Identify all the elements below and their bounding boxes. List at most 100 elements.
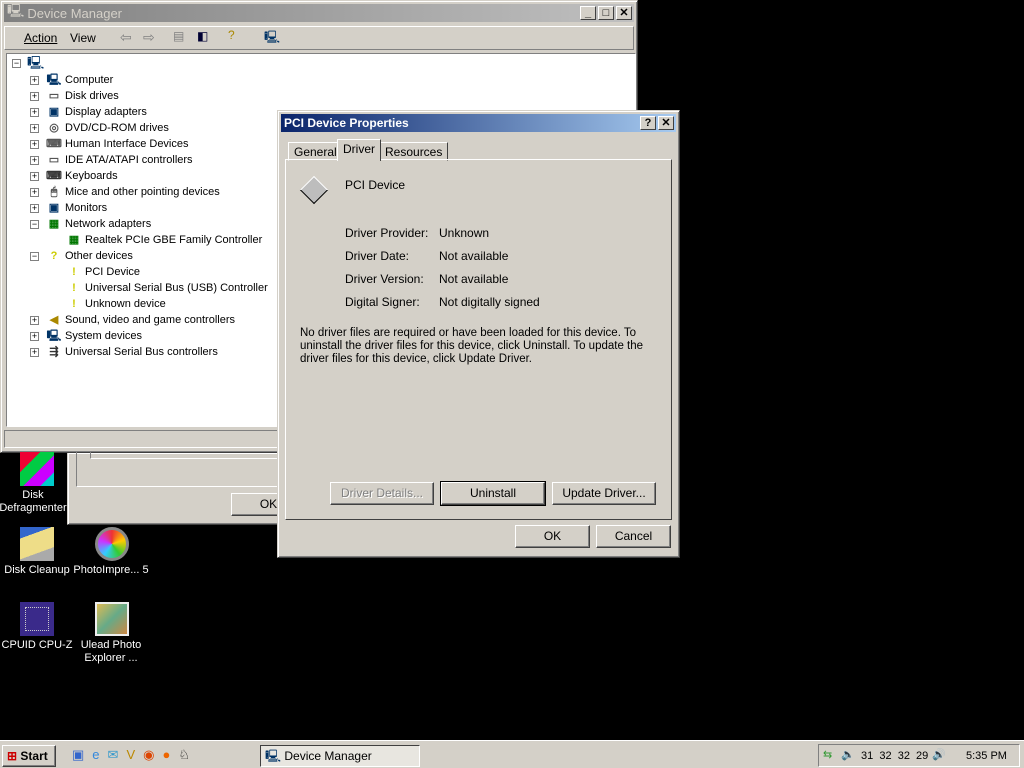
expand-icon[interactable]: + [30,108,39,117]
cpu-z-icon [20,602,54,636]
desktop-label: CPUID CPU-Z [1,639,73,651]
taskbar-device-manager-button[interactable]: 🖳 Device Manager [260,745,420,767]
tree-item[interactable]: 🖱 Mice and other pointing devices [46,184,220,200]
desktop-label: Disk Cleanup [4,564,70,576]
expand-icon[interactable]: + [30,92,39,101]
expand-icon[interactable]: + [30,172,39,181]
minimize-button[interactable]: _ [580,6,596,20]
tree-item-label: System devices [65,330,143,342]
tree-item[interactable]: ▦ Network adapters [46,216,151,232]
tree-item[interactable]: ! PCI Device [66,264,140,280]
driver-details-button[interactable]: Driver Details... [330,482,434,505]
warning-icon: ! [72,266,76,278]
tree-item-label: Universal Serial Bus (USB) Controller [85,282,268,294]
forward-icon[interactable]: ⇨ [143,29,155,46]
expand-icon[interactable]: + [30,204,39,213]
disk-cleanup-icon [20,527,54,561]
task-label: Device Manager [284,749,372,763]
dialog-title-bar[interactable]: PCI Device Properties ? ✕ [281,114,676,132]
help-button[interactable]: ? [640,116,656,130]
firefox-icon[interactable]: ● [162,747,170,763]
close-button[interactable]: ✕ [616,6,632,20]
tree-item[interactable]: 🖳 Computer [46,72,114,88]
sound-icon: ◀ [49,314,59,326]
back-icon[interactable]: ⇦ [120,29,132,46]
ide-icon: ▭ [48,154,60,166]
tree-item[interactable]: ▣ Monitors [46,200,107,216]
internet-explorer-icon[interactable]: e [92,747,99,763]
quick-launch: ▣ e ✉ V ◉ ● ♘ [72,747,190,763]
show-desktop-icon[interactable]: ▣ [72,747,84,763]
tree-item[interactable]: ▭ IDE ATA/ATAPI controllers [46,152,193,168]
tree-item[interactable]: ⌨ Keyboards [46,168,118,184]
volume-tray-icon[interactable]: 🔈 [841,748,855,761]
expand-icon[interactable]: + [30,140,39,149]
menu-action[interactable]: Action [24,31,57,45]
tree-item[interactable]: ? Other devices [46,248,133,264]
title-bar[interactable]: 🖳 Device Manager _ □ ✕ [4,3,634,22]
menu-view[interactable]: View [70,31,96,45]
tree-item-label: Universal Serial Bus controllers [65,346,218,358]
uninstall-button[interactable]: Uninstall [440,481,546,506]
app-red-icon[interactable]: ◉ [143,747,154,763]
device-name: PCI Device [345,178,406,192]
network-tray-icon[interactable]: ⇆ [823,748,832,761]
outlook-express-icon[interactable]: ✉ [108,747,119,763]
tree-item[interactable]: ▣ Display adapters [46,104,147,120]
expand-icon[interactable]: + [30,124,39,133]
clock[interactable]: 5:35 PM [966,750,1007,762]
expand-icon[interactable]: + [30,188,39,197]
pci-device-properties-dialog: PCI Device Properties ? ✕ General Resour… [277,110,680,558]
tree-item-label: Display adapters [65,106,147,118]
field-value: Unknown [439,226,490,240]
tree-item-label: Sound, video and game controllers [65,314,235,326]
start-button[interactable]: ⊞ Start [2,745,56,767]
tool-icon[interactable]: ♘ [178,747,190,763]
tree-item[interactable]: ▦ Realtek PCIe GBE Family Controller [66,232,262,248]
expand-icon[interactable]: + [30,76,39,85]
tab-driver[interactable]: Driver [337,139,381,161]
system-icon: 🖳 [46,330,62,342]
collapse-icon[interactable]: − [30,252,39,261]
background-window: OK [67,451,306,525]
toolbar: Action View ⇦ ⇨ ▤ ◧ ? 🖳 [4,26,634,50]
device-manager-small-icon: 🖳 [265,749,282,763]
computer-root-icon: 🖳 [27,55,45,70]
field-label: Driver Provider: [345,226,429,240]
tree-item[interactable]: ! Unknown device [66,296,166,312]
network-icon: ▦ [48,218,60,230]
expand-icon[interactable]: + [30,348,39,357]
usb-icon: ⇶ [49,346,59,358]
ok-button[interactable]: OK [515,525,590,548]
tree-item[interactable]: ⌨ Human Interface Devices [46,136,189,152]
photoimpression-icon [95,527,129,561]
warning-icon: ! [72,298,76,310]
speaker-tray-icon[interactable]: 🔊 [932,748,946,761]
show-hide-tree-icon[interactable]: ◧ [197,29,208,43]
tree-item[interactable]: ▭ Disk drives [46,88,119,104]
collapse-root[interactable]: − [12,59,21,68]
tree-item[interactable]: 🖳 System devices [46,328,142,344]
field-label: Digital Signer: [345,295,420,309]
collapse-icon[interactable]: − [30,220,39,229]
expand-icon[interactable]: + [30,316,39,325]
expand-icon[interactable]: + [30,156,39,165]
tree-item-label: Human Interface Devices [65,138,189,150]
help-icon[interactable]: ? [228,28,235,42]
device-manager-icon: 🖳 [7,3,25,18]
scan-hardware-icon[interactable]: 🖳 [264,28,280,49]
maximize-button[interactable]: □ [598,6,614,20]
disk-defragmenter-icon [20,452,54,486]
up-folder-icon[interactable]: ▤ [173,29,184,43]
update-driver-button[interactable]: Update Driver... [552,482,656,505]
dialog-close-button[interactable]: ✕ [658,116,674,130]
expand-icon[interactable]: + [30,332,39,341]
cancel-button[interactable]: Cancel [596,525,671,548]
winamp-icon[interactable]: V [126,747,135,763]
tree-item-label: IDE ATA/ATAPI controllers [65,154,193,166]
temperature-readout: 31 32 32 29 [861,750,929,762]
tree-item[interactable]: ◀ Sound, video and game controllers [46,312,235,328]
tree-item[interactable]: ⇶ Universal Serial Bus controllers [46,344,218,360]
tree-item[interactable]: ◎ DVD/CD-ROM drives [46,120,169,136]
tree-item[interactable]: ! Universal Serial Bus (USB) Controller [66,280,268,296]
